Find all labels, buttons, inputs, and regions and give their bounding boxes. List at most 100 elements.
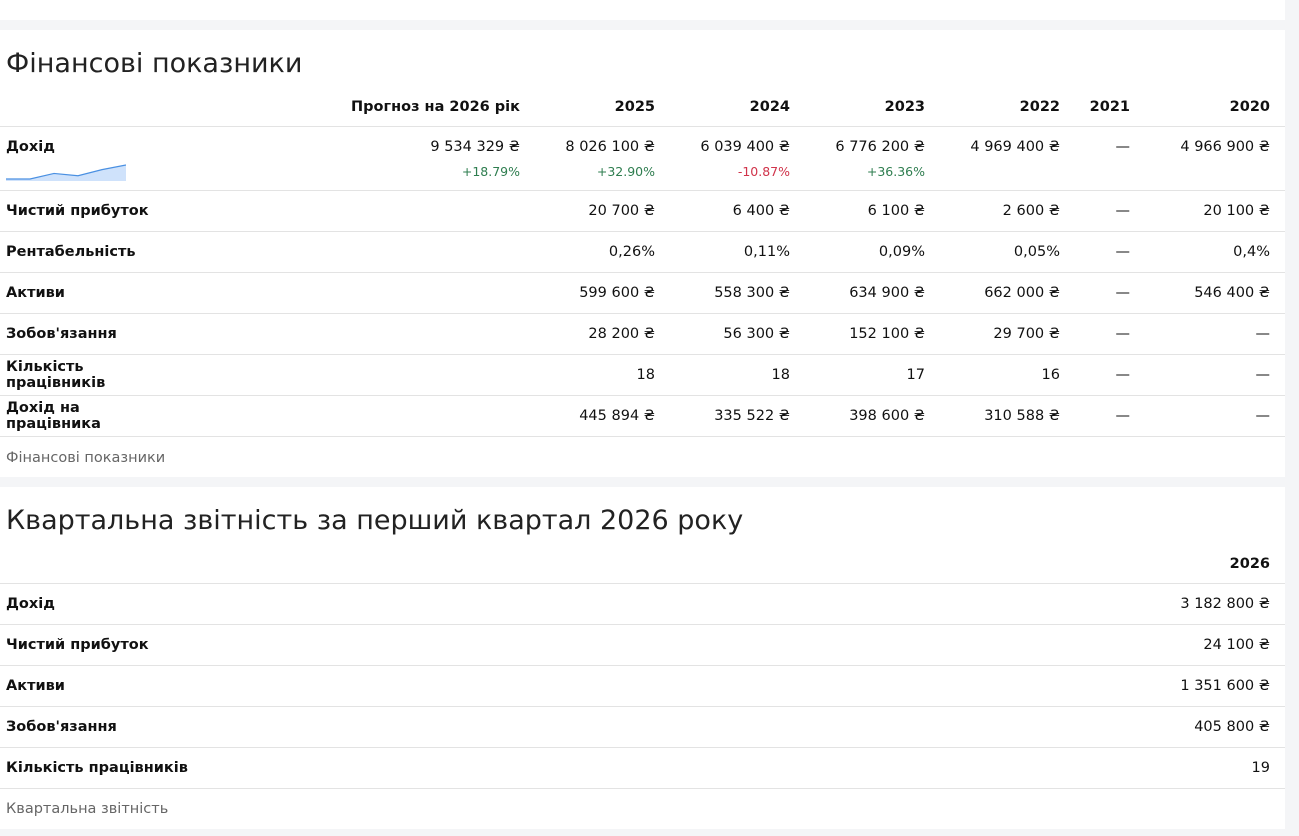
row-label: Кількість працівників [0, 747, 400, 789]
change-badge: +36.36% [866, 164, 925, 179]
value-cell [180, 190, 535, 232]
row-label: Чистий прибуток [0, 624, 400, 666]
quarterly-header-row: 2026 [0, 545, 1285, 584]
column-header: 2020 [1145, 88, 1285, 127]
quarterly-title: Квартальна звітність за перший квартал 2… [6, 505, 744, 536]
table-row-revenue: Дохід 9 534 329 ₴ +18.79% 8 026 100 ₴ +32.9… [0, 126, 1285, 191]
value-cell: 3 182 800 ₴ [400, 583, 1285, 625]
value-cell: 8 026 100 ₴ +32.90% [535, 126, 670, 191]
value-cell: 29 700 ₴ [940, 313, 1075, 355]
table-row: Зобов'язання 28 200 ₴ 56 300 ₴ 152 100 ₴ 29 … [0, 313, 1285, 355]
value-cell [180, 313, 535, 355]
value: 6 776 200 ₴ [835, 139, 925, 155]
row-label: Дохід [0, 583, 400, 625]
value-cell: 0,09% [805, 231, 940, 273]
value-cell: — [1075, 354, 1145, 396]
value-cell [180, 354, 535, 396]
value-cell: 19 [400, 747, 1285, 789]
value-cell: — [1145, 354, 1285, 396]
table-row: Кількість працівників 19 [0, 747, 1285, 789]
value-cell: — [1075, 231, 1145, 273]
value-cell: 0,4% [1145, 231, 1285, 273]
financials-card: Фінансові показники Прогноз на 2026 рік … [0, 30, 1285, 477]
row-label: Чистий прибуток [0, 190, 180, 232]
value: 9 534 329 ₴ [430, 139, 520, 155]
table-row: Рентабельність 0,26% 0,11% 0,09% 0,05% —0,4% [0, 231, 1285, 273]
revenue-sparkline [6, 164, 126, 181]
value-cell [180, 395, 535, 437]
column-header: 2025 [535, 88, 670, 127]
value-cell: — [1145, 395, 1285, 437]
value: 4 969 400 ₴ [970, 139, 1060, 155]
value-cell: 310 588 ₴ [940, 395, 1075, 437]
value-cell: — [1075, 395, 1145, 437]
value-cell: 56 300 ₴ [670, 313, 805, 355]
row-label: Рентабельність [0, 231, 180, 273]
value: — [1115, 139, 1131, 155]
quarterly-table: 2026 Дохід 3 182 800 ₴ Чистий прибуток 24 1… [0, 545, 1285, 789]
value-cell: 16 [940, 354, 1075, 396]
value-cell: — [1145, 313, 1285, 355]
value-cell: 445 894 ₴ [535, 395, 670, 437]
value-cell: 6 100 ₴ [805, 190, 940, 232]
column-header: 2022 [940, 88, 1075, 127]
value-cell: 0,11% [670, 231, 805, 273]
quarterly-card: Квартальна звітність за перший квартал 2… [0, 487, 1285, 829]
value-cell: 6 400 ₴ [670, 190, 805, 232]
header-empty [0, 88, 180, 127]
top-card-edge [0, 0, 1285, 20]
financials-header-row: Прогноз на 2026 рік 2025 2024 2023 2022 … [0, 88, 1285, 127]
financials-table: Прогноз на 2026 рік 2025 2024 2023 2022 … [0, 88, 1285, 437]
financials-title: Фінансові показники [6, 48, 303, 79]
row-label: Активи [0, 665, 400, 707]
value-cell: 335 522 ₴ [670, 395, 805, 437]
value-cell: — [1075, 272, 1145, 314]
value-cell: 20 700 ₴ [535, 190, 670, 232]
value-cell: 28 200 ₴ [535, 313, 670, 355]
value-cell: 20 100 ₴ [1145, 190, 1285, 232]
table-row: Чистий прибуток 20 700 ₴ 6 400 ₴ 6 100 ₴ 2 6… [0, 190, 1285, 232]
table-row: Дохід 3 182 800 ₴ [0, 583, 1285, 625]
table-row: Чистий прибуток 24 100 ₴ [0, 624, 1285, 666]
column-header: 2024 [670, 88, 805, 127]
value-cell: 6 039 400 ₴ -10.87% [670, 126, 805, 191]
table-row: Дохід на працівника 445 894 ₴ 335 522 ₴ 398… [0, 395, 1285, 437]
table-row: Кількість працівників 18 18 17 16— — [0, 354, 1285, 396]
value-cell [180, 272, 535, 314]
column-header: 2026 [400, 545, 1285, 584]
row-label: Кількість працівників [0, 354, 180, 396]
value-cell: 17 [805, 354, 940, 396]
value-cell: — [1075, 190, 1145, 232]
value-cell [180, 231, 535, 273]
column-header: 2023 [805, 88, 940, 127]
table-row: Активи 599 600 ₴ 558 300 ₴ 634 900 ₴ 662 000… [0, 272, 1285, 314]
value-cell: 6 776 200 ₴ +36.36% [805, 126, 940, 191]
value-cell: 398 600 ₴ [805, 395, 940, 437]
value-cell: 662 000 ₴ [940, 272, 1075, 314]
table-row: Зобов'язання 405 800 ₴ [0, 706, 1285, 748]
value-cell: 24 100 ₴ [400, 624, 1285, 666]
value: 4 966 900 ₴ [1180, 139, 1270, 155]
value-cell: 18 [670, 354, 805, 396]
value-cell: 634 900 ₴ [805, 272, 940, 314]
row-label: Зобов'язання [0, 706, 400, 748]
value-cell: 18 [535, 354, 670, 396]
financials-caption: Фінансові показники [6, 450, 166, 466]
row-label: Дохід на працівника [0, 395, 180, 437]
row-label: Активи [0, 272, 180, 314]
row-label-cell: Дохід [0, 126, 180, 191]
value-cell: 4 966 900 ₴ [1145, 126, 1285, 191]
value-cell: 9 534 329 ₴ +18.79% [180, 126, 535, 191]
value-cell: 152 100 ₴ [805, 313, 940, 355]
change-badge: -10.87% [737, 164, 790, 179]
value-cell: 0,26% [535, 231, 670, 273]
header-empty [0, 545, 400, 584]
value-cell: 599 600 ₴ [535, 272, 670, 314]
value-cell: 546 400 ₴ [1145, 272, 1285, 314]
value-cell: — [1075, 126, 1145, 191]
value: 8 026 100 ₴ [565, 139, 655, 155]
value-cell: 0,05% [940, 231, 1075, 273]
table-row: Активи 1 351 600 ₴ [0, 665, 1285, 707]
value: 6 039 400 ₴ [700, 139, 790, 155]
change-badge: +32.90% [596, 164, 655, 179]
